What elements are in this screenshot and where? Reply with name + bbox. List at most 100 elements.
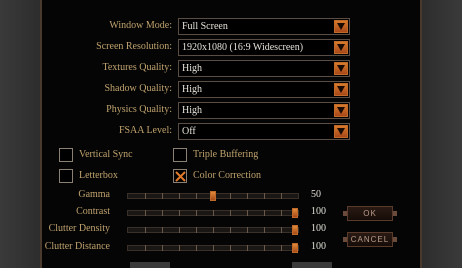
slider-tick [213, 245, 214, 251]
dropdown-arrow-icon[interactable] [334, 125, 348, 138]
clutter-density-slider-row: Clutter Density 100 [40, 223, 340, 237]
slider-tick [145, 210, 146, 216]
checkbox-box[interactable] [173, 169, 187, 183]
slider-tick [213, 210, 214, 216]
color-correction-label: Color Correction [193, 170, 262, 181]
screen-resolution-value: 1920x1080 (16:9 Widescreen) [182, 42, 304, 53]
dropdown-arrow-icon[interactable] [334, 83, 348, 96]
dropdown-arrow-icon[interactable] [334, 20, 348, 33]
shadow-quality-value: High [182, 84, 202, 95]
physics-quality-row: Physics Quality: High [40, 102, 382, 120]
slider-tick [162, 193, 163, 199]
textures-quality-value: High [182, 63, 202, 74]
slider-tick [247, 245, 248, 251]
slider-thumb[interactable] [292, 208, 298, 218]
slider-tick [281, 245, 282, 251]
slider-tick [162, 245, 163, 251]
contrast-label: Contrast [76, 206, 110, 217]
slider-tick [247, 227, 248, 233]
slider-tick [179, 245, 180, 251]
physics-quality-label: Physics Quality: [106, 104, 172, 115]
cancel-button-label: CANCEL [350, 235, 390, 244]
fsaa-level-dropdown[interactable]: Off [178, 123, 350, 140]
window-mode-value: Full Screen [182, 21, 228, 32]
screen-resolution-dropdown[interactable]: 1920x1080 (16:9 Widescreen) [178, 39, 350, 56]
ok-button[interactable]: OK [343, 206, 397, 221]
window-mode-row: Window Mode: Full Screen [40, 18, 382, 36]
fsaa-level-row: FSAA Level: Off [40, 123, 382, 141]
slider-tick [281, 227, 282, 233]
screen-resolution-row: Screen Resolution: 1920x1080 (16:9 Wides… [40, 39, 382, 57]
slider-tick [162, 210, 163, 216]
checkbox-box[interactable] [59, 148, 73, 162]
clutter-density-slider[interactable] [127, 225, 299, 235]
slider-tick [179, 210, 180, 216]
slider-tick [264, 227, 265, 233]
slider-tick [247, 193, 248, 199]
checkbox-box[interactable] [173, 148, 187, 162]
checkbox-box[interactable] [59, 169, 73, 183]
slider-tick [230, 210, 231, 216]
window-mode-dropdown[interactable]: Full Screen [178, 18, 350, 35]
clutter-distance-slider[interactable] [127, 243, 299, 253]
slider-tick [196, 227, 197, 233]
contrast-slider[interactable] [127, 208, 299, 218]
gamma-slider-row: Gamma 50 [40, 189, 340, 203]
contrast-value: 100 [311, 206, 326, 217]
shadow-quality-row: Shadow Quality: High [40, 81, 382, 99]
textures-quality-row: Textures Quality: High [40, 60, 382, 78]
clutter-density-value: 100 [311, 223, 326, 234]
triple-buffering-label: Triple Buffering [193, 149, 259, 160]
textures-quality-dropdown[interactable]: High [178, 60, 350, 77]
contrast-slider-row: Contrast 100 [40, 206, 340, 220]
slider-tick [230, 193, 231, 199]
right-frame-border [422, 0, 462, 268]
button-cap-right [393, 211, 397, 216]
textures-quality-label: Textures Quality: [102, 62, 172, 73]
slider-thumb[interactable] [292, 243, 298, 253]
ok-button-label: OK [363, 209, 377, 218]
slider-tick [179, 227, 180, 233]
slider-thumb[interactable] [292, 225, 298, 235]
slider-tick [196, 245, 197, 251]
gamma-slider[interactable] [127, 191, 299, 201]
slider-tick [247, 210, 248, 216]
fsaa-level-label: FSAA Level: [118, 125, 172, 136]
shadow-quality-label: Shadow Quality: [104, 83, 173, 94]
clutter-distance-value: 100 [311, 241, 326, 252]
physics-quality-dropdown[interactable]: High [178, 102, 350, 119]
slider-tick [196, 210, 197, 216]
slider-tick [145, 245, 146, 251]
physics-quality-value: High [182, 105, 202, 116]
bottom-tab-left [130, 262, 170, 268]
checkmark-x-icon [175, 171, 186, 182]
gamma-value: 50 [311, 189, 321, 200]
button-cap-left [343, 211, 347, 216]
letterbox-label: Letterbox [79, 170, 118, 181]
clutter-distance-slider-row: Clutter Distance 100 [40, 241, 340, 255]
clutter-distance-label: Clutter Distance [44, 241, 110, 252]
slider-tick [145, 227, 146, 233]
vertical-sync-label: Vertical Sync [79, 149, 133, 160]
slider-thumb[interactable] [210, 191, 216, 201]
screen-resolution-label: Screen Resolution: [96, 41, 172, 52]
button-cap-left [343, 237, 347, 242]
dropdown-arrow-icon[interactable] [334, 62, 348, 75]
slider-tick [281, 193, 282, 199]
dropdown-arrow-icon[interactable] [334, 41, 348, 54]
gamma-label: Gamma [78, 189, 110, 200]
cancel-button[interactable]: CANCEL [343, 232, 397, 247]
slider-tick [281, 210, 282, 216]
slider-tick [179, 193, 180, 199]
slider-tick [264, 245, 265, 251]
clutter-density-label: Clutter Density [48, 223, 110, 234]
dropdown-arrow-icon[interactable] [334, 104, 348, 117]
left-frame-border [0, 0, 40, 268]
fsaa-level-value: Off [182, 126, 196, 137]
slider-tick [145, 193, 146, 199]
slider-tick [213, 227, 214, 233]
window-mode-label: Window Mode: [109, 20, 172, 31]
button-cap-right [393, 237, 397, 242]
slider-tick [264, 210, 265, 216]
shadow-quality-dropdown[interactable]: High [178, 81, 350, 98]
